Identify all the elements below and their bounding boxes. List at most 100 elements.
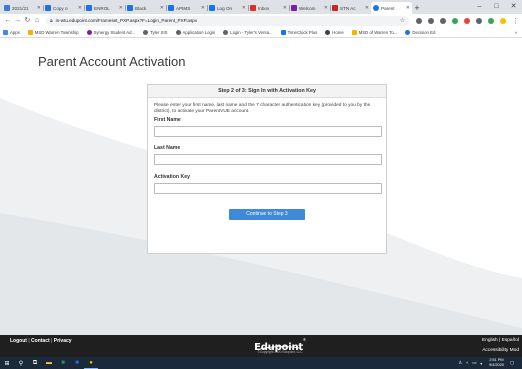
globe-icon	[143, 29, 149, 35]
more-bookmarks-button[interactable]: »	[515, 30, 517, 35]
new-tab-button[interactable]: +	[412, 2, 422, 14]
network-icon[interactable]: ▭	[472, 360, 476, 366]
tab-label: Log On	[217, 5, 233, 11]
minimize-button[interactable]: –	[471, 0, 488, 14]
bookmark-label: Synergy Student Ad...	[93, 29, 136, 35]
clock[interactable]: 2:51 PM 9/4/2020	[489, 358, 504, 367]
copyright-text: ©Copyright 2020 Edupoint, LLC	[257, 350, 303, 354]
browser-tab[interactable]: APIMS ✕	[166, 2, 207, 14]
browser-tab[interactable]: Welcom ✕	[289, 2, 330, 14]
extension-icon[interactable]	[451, 17, 458, 24]
tab-close-icon[interactable]: ✕	[365, 5, 369, 11]
browser-toolbar: ← → ↻ ⌂ 🔒︎ in-wtu.edupoint.com/Frameset_…	[0, 14, 522, 27]
registered-mark: ®	[302, 337, 306, 342]
address-bar[interactable]: 🔒︎ in-wtu.edupoint.com/Frameset_PXP.aspx…	[46, 15, 409, 26]
tab-label: Parent	[381, 5, 395, 11]
footer-links: Logout | Contact | Privacy	[10, 338, 72, 344]
bookmark-star-icon[interactable]: ☆	[400, 17, 405, 24]
first-name-field[interactable]	[154, 125, 382, 137]
bookmark-item[interactable]: MSD Warren Township	[27, 29, 79, 35]
window-controls: – □ ✕	[471, 0, 522, 14]
bookmark-item[interactable]: Decision Ed	[405, 29, 435, 35]
browser-tab[interactable]: 2021/21 ✕	[2, 2, 43, 14]
logout-link[interactable]: Logout	[10, 338, 27, 344]
step-heading: Step 2 of 3: Sign In with Activation Key	[148, 85, 386, 98]
tab-favicon-icon	[209, 5, 215, 11]
tab-favicon-icon	[291, 5, 297, 11]
reload-icon[interactable]: ↻	[23, 16, 33, 26]
first-name-label: First Name	[154, 116, 181, 123]
windows-start-icon[interactable]: ⊞	[0, 357, 14, 369]
extension-icon[interactable]	[415, 17, 422, 24]
close-window-button[interactable]: ✕	[505, 0, 522, 14]
bookmark-label: Home	[332, 29, 344, 35]
bookmark-item[interactable]: MSD of Warren To...	[351, 29, 397, 35]
tab-close-icon[interactable]: ✕	[242, 5, 246, 11]
bookmark-item[interactable]: Application Login	[175, 29, 215, 35]
home-icon[interactable]: ⌂	[32, 16, 42, 26]
tab-close-icon[interactable]: ✕	[283, 5, 287, 11]
bookmark-item[interactable]: Tyler SIS	[143, 29, 168, 35]
profile-avatar-icon[interactable]	[499, 17, 506, 24]
extension-icon[interactable]	[475, 17, 482, 24]
lock-icon: 🔒︎	[50, 17, 53, 24]
browser-tab[interactable]: Copy o ✕	[43, 2, 84, 14]
bookmark-label: Tyler SIS	[150, 29, 168, 35]
tab-favicon-icon	[250, 5, 256, 11]
tab-favicon-icon	[4, 5, 10, 11]
english-link[interactable]: English	[482, 338, 498, 343]
accessibility-mode-link[interactable]: Accessibility Mod	[482, 348, 519, 353]
tab-close-icon[interactable]: ✕	[78, 5, 82, 11]
back-arrow-icon[interactable]: ←	[3, 16, 13, 26]
bookmark-label: Apps	[10, 29, 20, 35]
bookmark-item[interactable]: Synergy Student Ad...	[86, 29, 136, 35]
search-icon[interactable]: ⚲	[14, 357, 28, 369]
contact-link[interactable]: Contact	[31, 338, 50, 344]
excel-icon[interactable]: ■	[56, 357, 70, 369]
espanol-link[interactable]: Español	[502, 338, 519, 343]
browser-tab[interactable]: STN Ac ✕	[330, 2, 371, 14]
tab-label: STN Ac	[340, 5, 356, 11]
tray-chevron-icon[interactable]: ^	[466, 361, 468, 366]
bookmark-item[interactable]: Login - Tyler's Versa...	[223, 29, 273, 35]
chrome-taskbar-icon[interactable]: ●	[84, 357, 98, 369]
people-icon[interactable]: ♙	[458, 360, 462, 366]
notifications-icon[interactable]: ▢	[510, 360, 514, 366]
browser-menu-icon[interactable]: ⋮	[512, 17, 519, 25]
tab-close-icon[interactable]: ✕	[324, 5, 328, 11]
continue-to-step-3-button[interactable]: Continue to Step 3	[229, 208, 305, 220]
browser-tab[interactable]: Black ✕	[125, 2, 166, 14]
bookmarks-bar: Apps MSD Warren Township Synergy Student…	[0, 27, 522, 38]
clock-date: 9/4/2020	[489, 363, 504, 367]
tab-close-icon[interactable]: ✕	[201, 5, 205, 11]
task-view-icon[interactable]: ⧉	[28, 357, 42, 369]
browser-tab[interactable]: Inbox ✕	[248, 2, 289, 14]
bookmark-item[interactable]: Home	[325, 29, 344, 35]
activation-key-field[interactable]	[154, 182, 382, 194]
privacy-link[interactable]: Privacy	[54, 338, 72, 344]
browser-tab[interactable]: ENROL ✕	[84, 2, 125, 14]
extension-icon[interactable]	[463, 17, 470, 24]
tab-label: Black	[135, 5, 147, 11]
bookmark-item[interactable]: TimeClock Plus	[280, 29, 317, 35]
extension-icon[interactable]	[487, 17, 494, 24]
maximize-button[interactable]: □	[488, 0, 505, 14]
tab-close-icon[interactable]: ✕	[160, 5, 164, 11]
last-name-field[interactable]	[154, 153, 382, 165]
extension-icon[interactable]	[427, 17, 434, 24]
tab-close-icon[interactable]: ✕	[119, 5, 123, 11]
extension-icon[interactable]	[439, 17, 446, 24]
volume-icon[interactable]: 🔈︎	[480, 361, 483, 366]
tab-favicon-icon	[373, 5, 379, 11]
tab-close-icon[interactable]: ✕	[37, 5, 41, 11]
bookmark-item[interactable]: Apps	[3, 29, 20, 35]
outlook-icon[interactable]: ■	[70, 357, 84, 369]
browser-tab-strip: 2021/21 ✕ Copy o ✕ ENROL ✕ Black ✕ APIMS ✕ Lo…	[0, 0, 522, 14]
browser-tab-active[interactable]: Parent ✕	[371, 2, 412, 14]
tab-close-icon[interactable]: ✕	[406, 5, 410, 11]
forward-arrow-icon[interactable]: →	[13, 16, 23, 26]
browser-tab[interactable]: Log On ✕	[207, 2, 248, 14]
file-explorer-icon[interactable]: ▬	[42, 357, 56, 369]
tab-label: APIMS	[176, 5, 191, 11]
tab-favicon-icon	[86, 5, 92, 11]
